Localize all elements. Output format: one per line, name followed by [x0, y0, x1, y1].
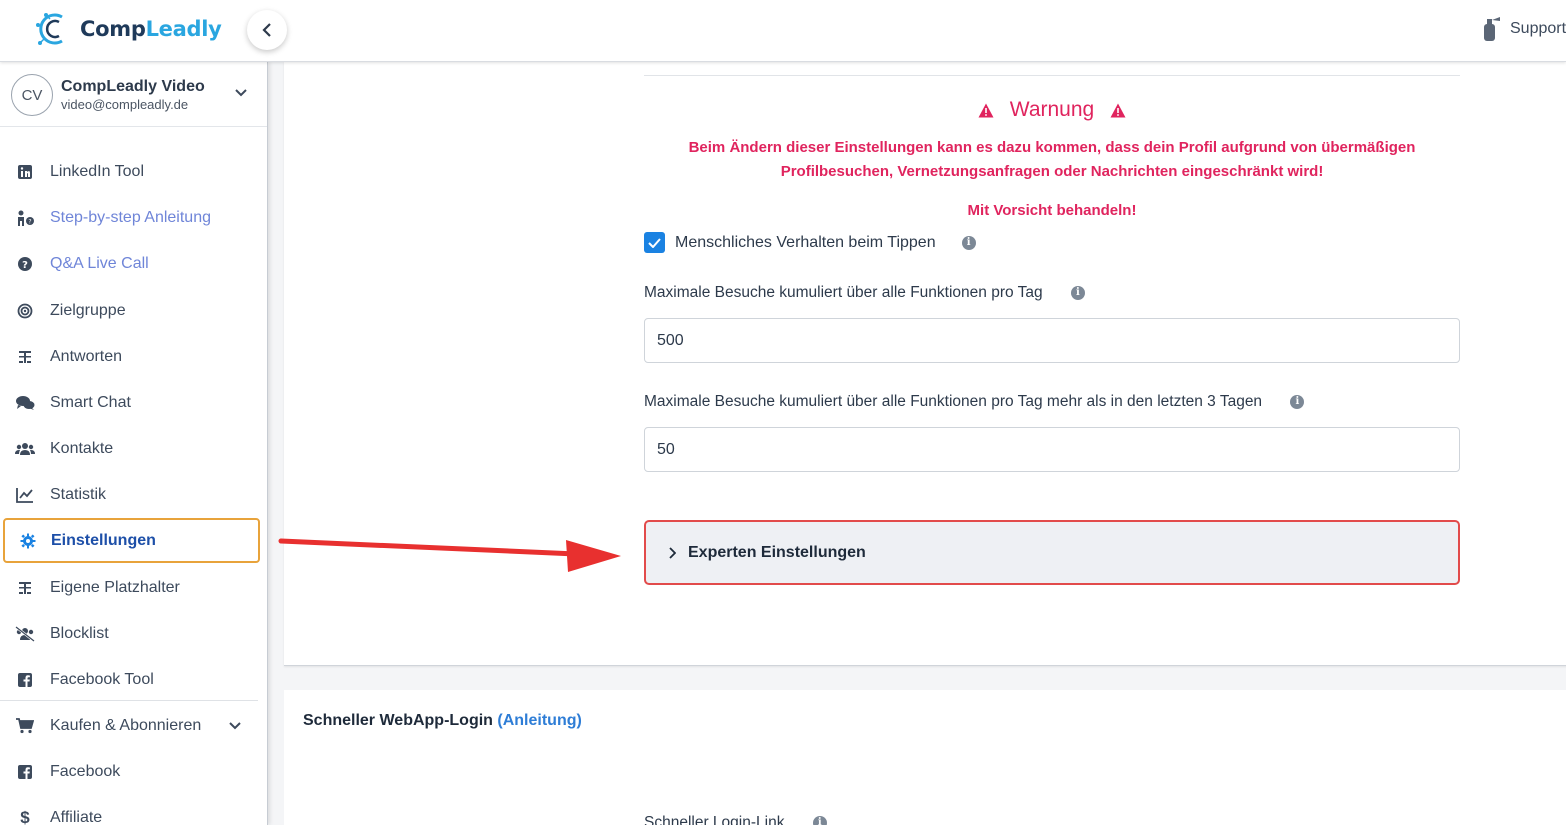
users-slash-icon	[15, 626, 35, 642]
user-email: video@compleadly.de	[61, 97, 189, 112]
webapp-login-title-text: Schneller WebApp-Login	[303, 712, 493, 729]
divider	[644, 75, 1460, 76]
svg-text:?: ?	[28, 219, 31, 226]
target-icon	[17, 303, 33, 319]
max-visits-label: Maximale Besuche kumuliert über alle Fun…	[644, 284, 1043, 301]
sidebar-item-label: Kontakte	[50, 440, 114, 457]
logo-text: CompLeadly	[80, 17, 222, 41]
avatar: CV	[11, 74, 53, 116]
warning-triangle-icon	[1110, 103, 1126, 117]
info-icon[interactable]: i	[961, 235, 976, 250]
sidebar-divider	[0, 700, 258, 701]
svg-text:?: ?	[22, 260, 28, 271]
login-link-label-row: Schneller Login-Link i	[644, 814, 827, 825]
info-icon[interactable]: i	[812, 815, 827, 825]
expert-settings-accordion[interactable]: Experten Einstellungen	[644, 520, 1460, 585]
sidebar-item-einstellungen[interactable]: Einstellungen	[3, 518, 260, 563]
sidebar-item-label: LinkedIn Tool	[50, 163, 144, 180]
sidebar-item-label: Affiliate	[50, 809, 103, 825]
sidebar-item-label: Statistik	[50, 486, 107, 503]
fire-extinguisher-icon	[1484, 17, 1500, 41]
sidebar-item-antworten[interactable]: Antworten	[0, 335, 262, 379]
cart-icon	[16, 718, 34, 734]
anleitung-link[interactable]: (Anleitung)	[497, 712, 581, 729]
sidebar-item-qa-live-call[interactable]: ? Q&A Live Call	[0, 242, 262, 286]
webapp-login-title: Schneller WebApp-Login (Anleitung)	[303, 712, 582, 730]
users-icon	[15, 443, 35, 455]
gear-icon	[20, 533, 36, 548]
sidebar-item-affiliate[interactable]: $ Affiliate	[0, 796, 262, 825]
webapp-login-card: Schneller WebApp-Login (Anleitung) Schne…	[284, 690, 1566, 825]
login-link-label: Schneller Login-Link	[644, 814, 785, 825]
human-typing-label[interactable]: Menschliches Verhalten beim Tippen	[675, 234, 936, 252]
warning-text-line: Beim Ändern dieser Einstellungen kann es…	[688, 139, 1416, 156]
chevron-down-icon	[229, 722, 241, 730]
sidebar-item-label: Antworten	[50, 348, 123, 365]
info-icon[interactable]: i	[1070, 285, 1085, 300]
sidebar-item-label: Eigene Platzhalter	[50, 579, 180, 596]
sidebar-item-label: Facebook	[50, 763, 121, 780]
warning-title: Warnung	[644, 98, 1460, 122]
sidebar-item-kontakte[interactable]: Kontakte	[0, 427, 262, 471]
human-typing-setting: Menschliches Verhalten beim Tippen i	[644, 232, 976, 253]
warning-text-line: Profilbesuchen, Vernetzungsanfragen oder…	[780, 163, 1324, 180]
sidebar-item-linkedin-tool[interactable]: LinkedIn Tool	[0, 150, 262, 194]
warning-text: Beim Ändern dieser Einstellungen kann es…	[644, 136, 1460, 184]
check-icon	[648, 237, 661, 248]
sidebar-item-label: Step-by-step Anleitung	[50, 209, 211, 226]
user-name: CompLeadly Video	[61, 78, 205, 95]
facebook-icon	[18, 673, 32, 687]
sidebar-item-facebook[interactable]: Facebook	[0, 750, 262, 794]
placeholder-icon	[19, 582, 31, 594]
facebook-icon	[18, 765, 32, 779]
linkedin-icon	[18, 165, 32, 179]
sidebar-item-label: Smart Chat	[50, 394, 131, 411]
sidebar-item-label: Einstellungen	[51, 531, 156, 549]
max-visits-more-label-row: Maximale Besuche kumuliert über alle Fun…	[644, 393, 1305, 411]
sidebar-item-label: Q&A Live Call	[50, 255, 149, 272]
annotation-arrow	[278, 538, 621, 572]
info-icon[interactable]: i	[1290, 394, 1305, 409]
user-switcher[interactable]: CV CompLeadly Video video@compleadly.de	[0, 62, 267, 127]
sidebar-item-label: Facebook Tool	[50, 671, 154, 688]
warning-caution: Mit Vorsicht behandeln!	[967, 202, 1137, 219]
max-visits-more-label: Maximale Besuche kumuliert über alle Fun…	[644, 393, 1263, 410]
human-typing-checkbox[interactable]	[644, 232, 665, 253]
chevron-right-icon	[669, 546, 676, 559]
expert-settings-label: Experten Einstellungen	[688, 543, 866, 561]
chevron-left-icon	[262, 23, 271, 37]
sidebar-item-statistik[interactable]: Statistik	[0, 473, 262, 517]
sidebar-item-smart-chat[interactable]: Smart Chat	[0, 381, 262, 425]
sidebar-collapse-button[interactable]	[247, 10, 287, 50]
chat-bubbles-icon	[16, 396, 35, 410]
max-visits-label-row: Maximale Besuche kumuliert über alle Fun…	[644, 284, 1085, 302]
sidebar-item-facebook-tool[interactable]: Facebook Tool	[0, 658, 262, 702]
max-visits-more-input[interactable]	[644, 427, 1460, 472]
person-question-icon: ?	[18, 210, 34, 226]
logo[interactable]: CompLeadly	[32, 9, 222, 49]
top-header: CompLeadly Support	[0, 0, 1566, 62]
sidebar-item-zielgruppe[interactable]: Zielgruppe	[0, 289, 262, 333]
warning-title-text: Warnung	[1009, 98, 1095, 121]
sidebar-item-blocklist[interactable]: Blocklist	[0, 612, 262, 656]
max-visits-input[interactable]	[644, 318, 1460, 363]
sidebar-item-kaufen-abonnieren[interactable]: Kaufen & Abonnieren	[0, 704, 262, 748]
logo-icon	[36, 13, 63, 45]
sidebar: CV CompLeadly Video video@compleadly.de …	[0, 62, 268, 825]
sidebar-item-step-by-step[interactable]: ? Step-by-step Anleitung	[0, 196, 262, 240]
question-circle-icon: ?	[18, 257, 32, 271]
sidebar-item-label: Zielgruppe	[50, 302, 126, 319]
dollar-icon: $	[20, 808, 30, 825]
chart-line-icon	[16, 488, 33, 503]
support-link[interactable]: Support	[1478, 16, 1566, 42]
warning-triangle-icon	[978, 103, 994, 117]
chevron-down-icon	[235, 89, 247, 97]
sidebar-item-label: Blocklist	[50, 625, 109, 642]
support-label: Support	[1510, 20, 1566, 37]
sidebar-item-eigene-platzhalter[interactable]: Eigene Platzhalter	[0, 566, 262, 610]
sidebar-item-label: Kaufen & Abonnieren	[50, 717, 202, 734]
reply-icon	[19, 351, 31, 363]
